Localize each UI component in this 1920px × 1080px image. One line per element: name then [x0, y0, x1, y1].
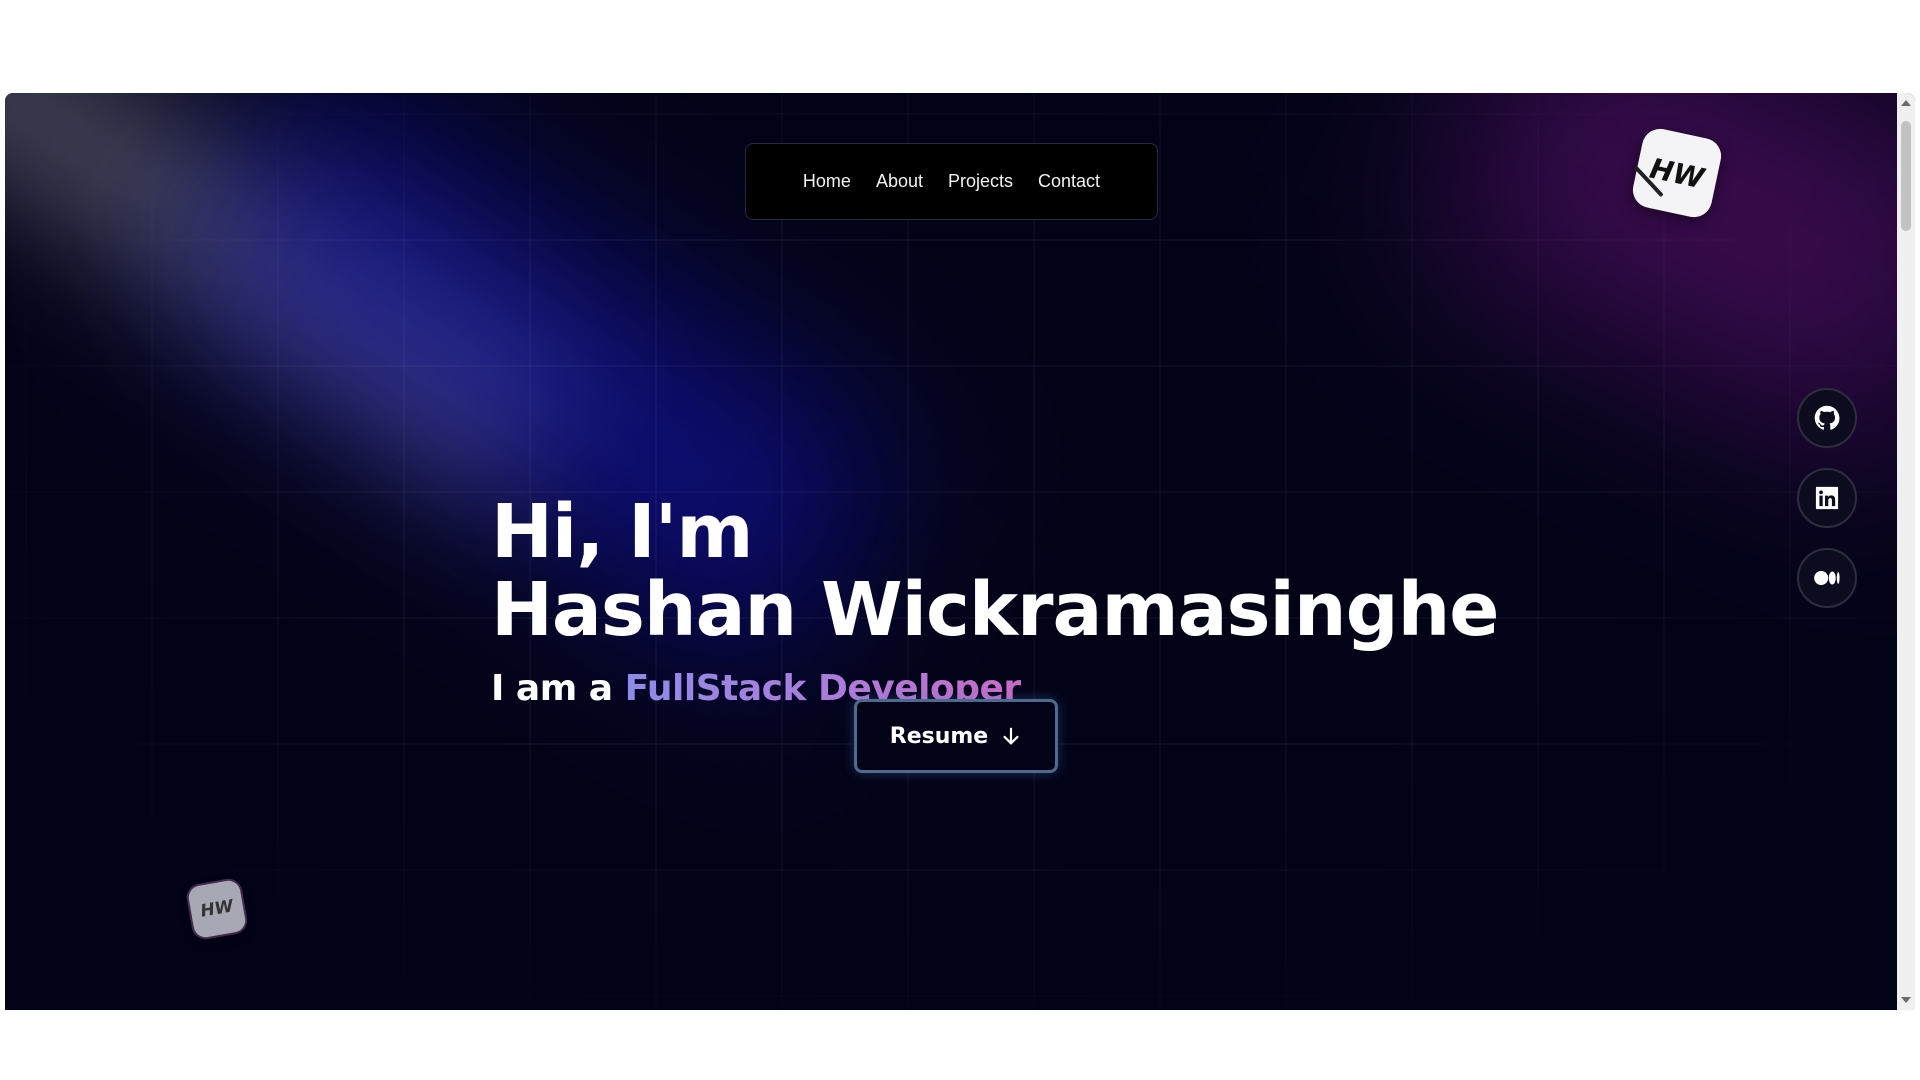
linkedin-icon [1815, 486, 1839, 510]
resume-download-button[interactable]: Resume [854, 699, 1058, 773]
floating-logo-text: HW [199, 896, 235, 922]
medium-link[interactable] [1797, 548, 1857, 608]
floating-logo-badge[interactable]: HW [186, 878, 248, 940]
hero-subtitle-prefix: I am a [491, 668, 613, 709]
resume-button-label: Resume [889, 723, 989, 749]
nav-home-link[interactable]: Home [803, 171, 851, 192]
github-link[interactable] [1797, 388, 1857, 448]
browser-viewport: Home About Projects Contact HW Hi, I'm H… [5, 93, 1915, 1010]
hero-heading: Hi, I'm Hashan Wickramasinghe [491, 489, 1499, 653]
site-logo[interactable]: HW [1629, 125, 1725, 221]
hero-section: Home About Projects Contact HW Hi, I'm H… [5, 93, 1897, 1010]
scroll-up-arrow-icon[interactable] [1901, 100, 1911, 106]
vertical-scrollbar[interactable] [1897, 93, 1915, 1010]
hero-greeting: Hi, I'm [491, 489, 753, 575]
linkedin-link[interactable] [1797, 468, 1857, 528]
nav-about-link[interactable]: About [876, 171, 923, 192]
scrollbar-thumb[interactable] [1901, 121, 1911, 231]
github-icon [1814, 405, 1840, 430]
top-navigation: Home About Projects Contact [745, 143, 1158, 220]
nav-contact-link[interactable]: Contact [1038, 171, 1100, 192]
scroll-down-arrow-icon[interactable] [1901, 997, 1911, 1003]
nav-projects-link[interactable]: Projects [948, 171, 1013, 192]
medium-icon [1814, 571, 1840, 585]
hero-name: Hashan Wickramasinghe [491, 567, 1499, 653]
arrow-down-icon [1003, 727, 1019, 745]
